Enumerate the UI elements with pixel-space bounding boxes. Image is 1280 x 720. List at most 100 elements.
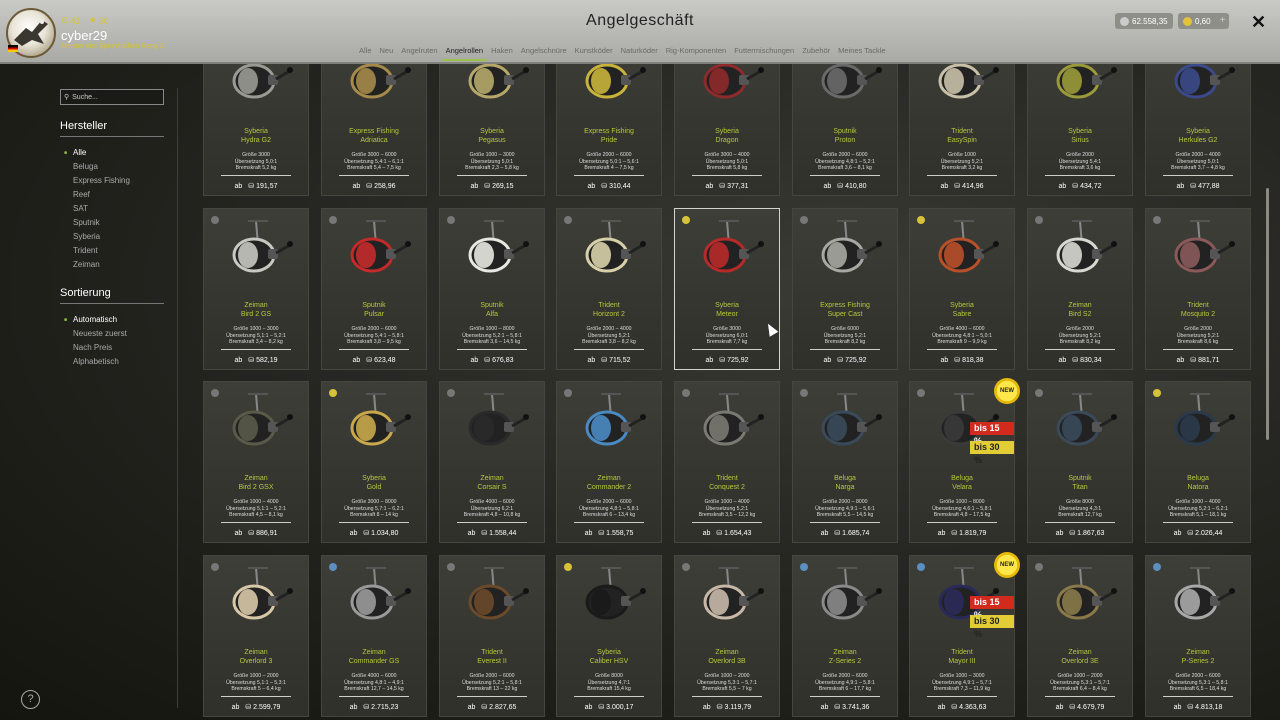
product-card[interactable]: Zeiman Commander 2 Größe 2000 – 6000 Überse…: [556, 381, 662, 543]
price-prefix: ab: [823, 183, 832, 190]
help-button[interactable]: ?: [21, 690, 40, 709]
product-card[interactable]: Trident Mayor III Größe 1000 – 3000 Überset…: [909, 552, 1020, 717]
stars: ★ 50: [88, 15, 109, 26]
product-name: Zeiman Commander 2: [557, 474, 661, 492]
price-prefix: ab: [467, 530, 476, 537]
product-card[interactable]: Zeiman Overlord 3 Größe 1000 – 2000 Überset…: [203, 555, 309, 717]
product-card[interactable]: Express Fishing Super Cast Größe 6000 Übers…: [792, 208, 898, 370]
product-card[interactable]: Syberia Meteor Größe 3000 Übersetzung 6,0:1…: [674, 208, 780, 370]
product-card[interactable]: Zeiman Overlord 3B Größe 1000 – 2000 Überse…: [674, 555, 780, 717]
sort-alphabetisch[interactable]: Alphabetisch: [64, 355, 127, 369]
filter-zeiman[interactable]: Zeiman: [64, 258, 130, 272]
scrollbar[interactable]: [1266, 188, 1269, 440]
product-card[interactable]: Zeiman Bird 2 GS Größe 1000 – 3000 Übersetz…: [203, 208, 309, 370]
spec-drag: Bremskraft 3,5 – 12,2 kg: [698, 512, 756, 518]
product-card[interactable]: Syberia Pegasus Größe 1000 – 3000 Übersetzu…: [439, 64, 545, 196]
product-card[interactable]: Beluga Narga Größe 2000 – 8000 Übersetzung …: [792, 381, 898, 543]
price: ab ⛁ 1.654,43: [675, 529, 779, 537]
divider: [221, 175, 291, 176]
product-name: Sputnik Pulsar: [322, 301, 426, 319]
product-card[interactable]: Syberia Hydra G2 Größe 3000 Übersetzung 5,0…: [203, 64, 309, 196]
product-name: Trident Mayor III: [910, 648, 1014, 666]
product-card[interactable]: Express Fishing Pride Größe 2000 – 6000 Übe…: [556, 64, 662, 196]
product-card[interactable]: Zeiman Z-Series 2 Größe 2000 – 6000 Überset…: [792, 555, 898, 717]
product-card[interactable]: Trident Mosquito 2 Größe 2000 Übersetzung 5…: [1145, 208, 1251, 370]
username: cyber29: [61, 28, 108, 43]
product-card[interactable]: Zeiman Bird 2 GSX Größe 1000 – 4000 Überset…: [203, 381, 309, 543]
price-prefix: ab: [705, 183, 714, 190]
silver-coin-icon: ⛁: [598, 704, 607, 711]
close-button[interactable]: ✕: [1251, 12, 1266, 33]
product-card[interactable]: Zeiman Corsair S Größe 4000 – 6000 Übersetz…: [439, 381, 545, 543]
brand: Trident: [598, 302, 620, 309]
model: Herkules G2: [1178, 137, 1218, 144]
tab-neu[interactable]: Neu: [376, 45, 398, 61]
tab-rig-komponenten[interactable]: Rig-Komponenten: [662, 45, 730, 61]
product-card[interactable]: Trident Conquest 2 Größe 1000 – 4000 Überse…: [674, 381, 780, 543]
product-specs: Größe 4000 – 6000 Übersetzung 4,8:1 – 4,9…: [322, 673, 426, 693]
add-gold-button[interactable]: +: [1220, 15, 1226, 26]
product-card[interactable]: Syberia Sirius Größe 2000 Übersetzung 5,4:1…: [1027, 64, 1133, 196]
silver-coin-icon: ⛁: [954, 357, 963, 364]
filter-reef[interactable]: Reef: [64, 188, 130, 202]
brand: Trident: [951, 649, 973, 656]
product-card[interactable]: Zeiman P-Series 2 Größe 2000 – 6000 Überset…: [1145, 555, 1251, 717]
brand: Sputnik: [362, 302, 386, 309]
product-card[interactable]: Syberia Dragon Größe 3000 – 4000 Übersetzun…: [674, 64, 780, 196]
divider: [339, 522, 409, 523]
product-card[interactable]: Syberia Gold Größe 3000 – 8000 Übersetzung …: [321, 381, 427, 543]
sort-nach-preis[interactable]: Nach Preis: [64, 341, 127, 355]
price: ab ⛁ 377,31: [675, 182, 779, 190]
product-card[interactable]: Sputnik Pulsar Größe 2000 – 6000 Übersetzun…: [321, 208, 427, 370]
product-card[interactable]: Syberia Sabre Größe 4000 – 6000 Übersetzung…: [909, 208, 1015, 370]
filter-sat[interactable]: SAT: [64, 202, 130, 216]
price-value: 1.819,79: [959, 530, 987, 537]
filter-syberia[interactable]: Syberia: [64, 230, 130, 244]
reel-image: [821, 567, 882, 620]
search-input[interactable]: ⚲ Suche...: [60, 89, 164, 105]
tab-futtermischungen[interactable]: Futtermischungen: [730, 45, 798, 61]
tab-alle[interactable]: Alle: [355, 45, 376, 61]
brand: Zeiman: [480, 475, 504, 482]
brand: Zeiman: [244, 649, 268, 656]
product-name: Zeiman Commander GS: [322, 648, 426, 666]
product-card[interactable]: Zeiman Overlord 3E Größe 1000 – 2000 Überse…: [1027, 555, 1133, 717]
model: Everest II: [477, 658, 507, 665]
product-card[interactable]: Sputnik Proton Größe 2000 – 6000 Übersetzun…: [792, 64, 898, 196]
product-card[interactable]: Express Fishing Adriatica Größe 3000 – 600…: [321, 64, 427, 196]
spec-drag: Bremskraft 5,1 – 18,1 kg: [1169, 512, 1227, 518]
filter-alle[interactable]: ■ Alle: [64, 146, 130, 160]
price-prefix: ab: [1055, 530, 1064, 537]
tab-kunstköder[interactable]: Kunstköder: [571, 45, 617, 61]
tab-zubehör[interactable]: Zubehör: [798, 45, 834, 61]
reel-image: [350, 393, 411, 446]
product-card[interactable]: Syberia Caliber HSV Größe 8000 Übersetzung …: [556, 555, 662, 717]
product-card[interactable]: Sputnik Alfa Größe 1000 – 8000 Übersetzung …: [439, 208, 545, 370]
sort-automatisch[interactable]: ■ Automatisch: [64, 313, 127, 327]
product-card[interactable]: Beluga Velara Größe 1000 – 8000 Übersetzung…: [909, 378, 1020, 543]
filter-beluga[interactable]: Beluga: [64, 160, 130, 174]
sort-neueste-zuerst[interactable]: Neueste zuerst: [64, 327, 127, 341]
price-prefix: ab: [820, 704, 829, 711]
divider: [927, 175, 997, 176]
product-card[interactable]: Zeiman Commander GS Größe 4000 – 6000 Übers…: [321, 555, 427, 717]
product-card[interactable]: Syberia Herkules G2 Größe 2000 – 4000 Übers…: [1145, 64, 1251, 196]
filter-sputnik[interactable]: Sputnik: [64, 216, 130, 230]
price-value: 2.026,44: [1195, 530, 1223, 537]
tab-angelrollen[interactable]: Angelrollen: [441, 45, 488, 61]
tab-meines-tackle[interactable]: Meines Tackle: [834, 45, 889, 61]
product-card[interactable]: Zeiman Bird S2 Größe 2000 Übersetzung 5,2:1…: [1027, 208, 1133, 370]
tab-angelschnüre[interactable]: Angelschnüre: [517, 45, 571, 61]
tab-angelruten[interactable]: Angelruten: [397, 45, 441, 61]
product-card[interactable]: Trident Everest II Größe 2000 – 6000 Überse…: [439, 555, 545, 717]
filter-express-fishing[interactable]: Express Fishing: [64, 174, 130, 188]
product-card[interactable]: Trident EasySpin Größe 1000 Übersetzung 5,2…: [909, 64, 1015, 196]
tab-naturköder[interactable]: Naturköder: [617, 45, 662, 61]
spec-drag: Bremskraft 8,6 kg: [1177, 339, 1219, 345]
tab-haken[interactable]: Haken: [487, 45, 517, 61]
user-stats: ⊙ 41 ★ 50: [61, 15, 109, 26]
product-card[interactable]: Trident Horizont 2 Größe 2000 – 4000 Überse…: [556, 208, 662, 370]
product-card[interactable]: Beluga Natora Größe 1000 – 4000 Übersetzung…: [1145, 381, 1251, 543]
filter-trident[interactable]: Trident: [64, 244, 130, 258]
product-card[interactable]: Sputnik Titan Größe 8000 Übersetzung 4,3:1 B…: [1027, 381, 1133, 543]
